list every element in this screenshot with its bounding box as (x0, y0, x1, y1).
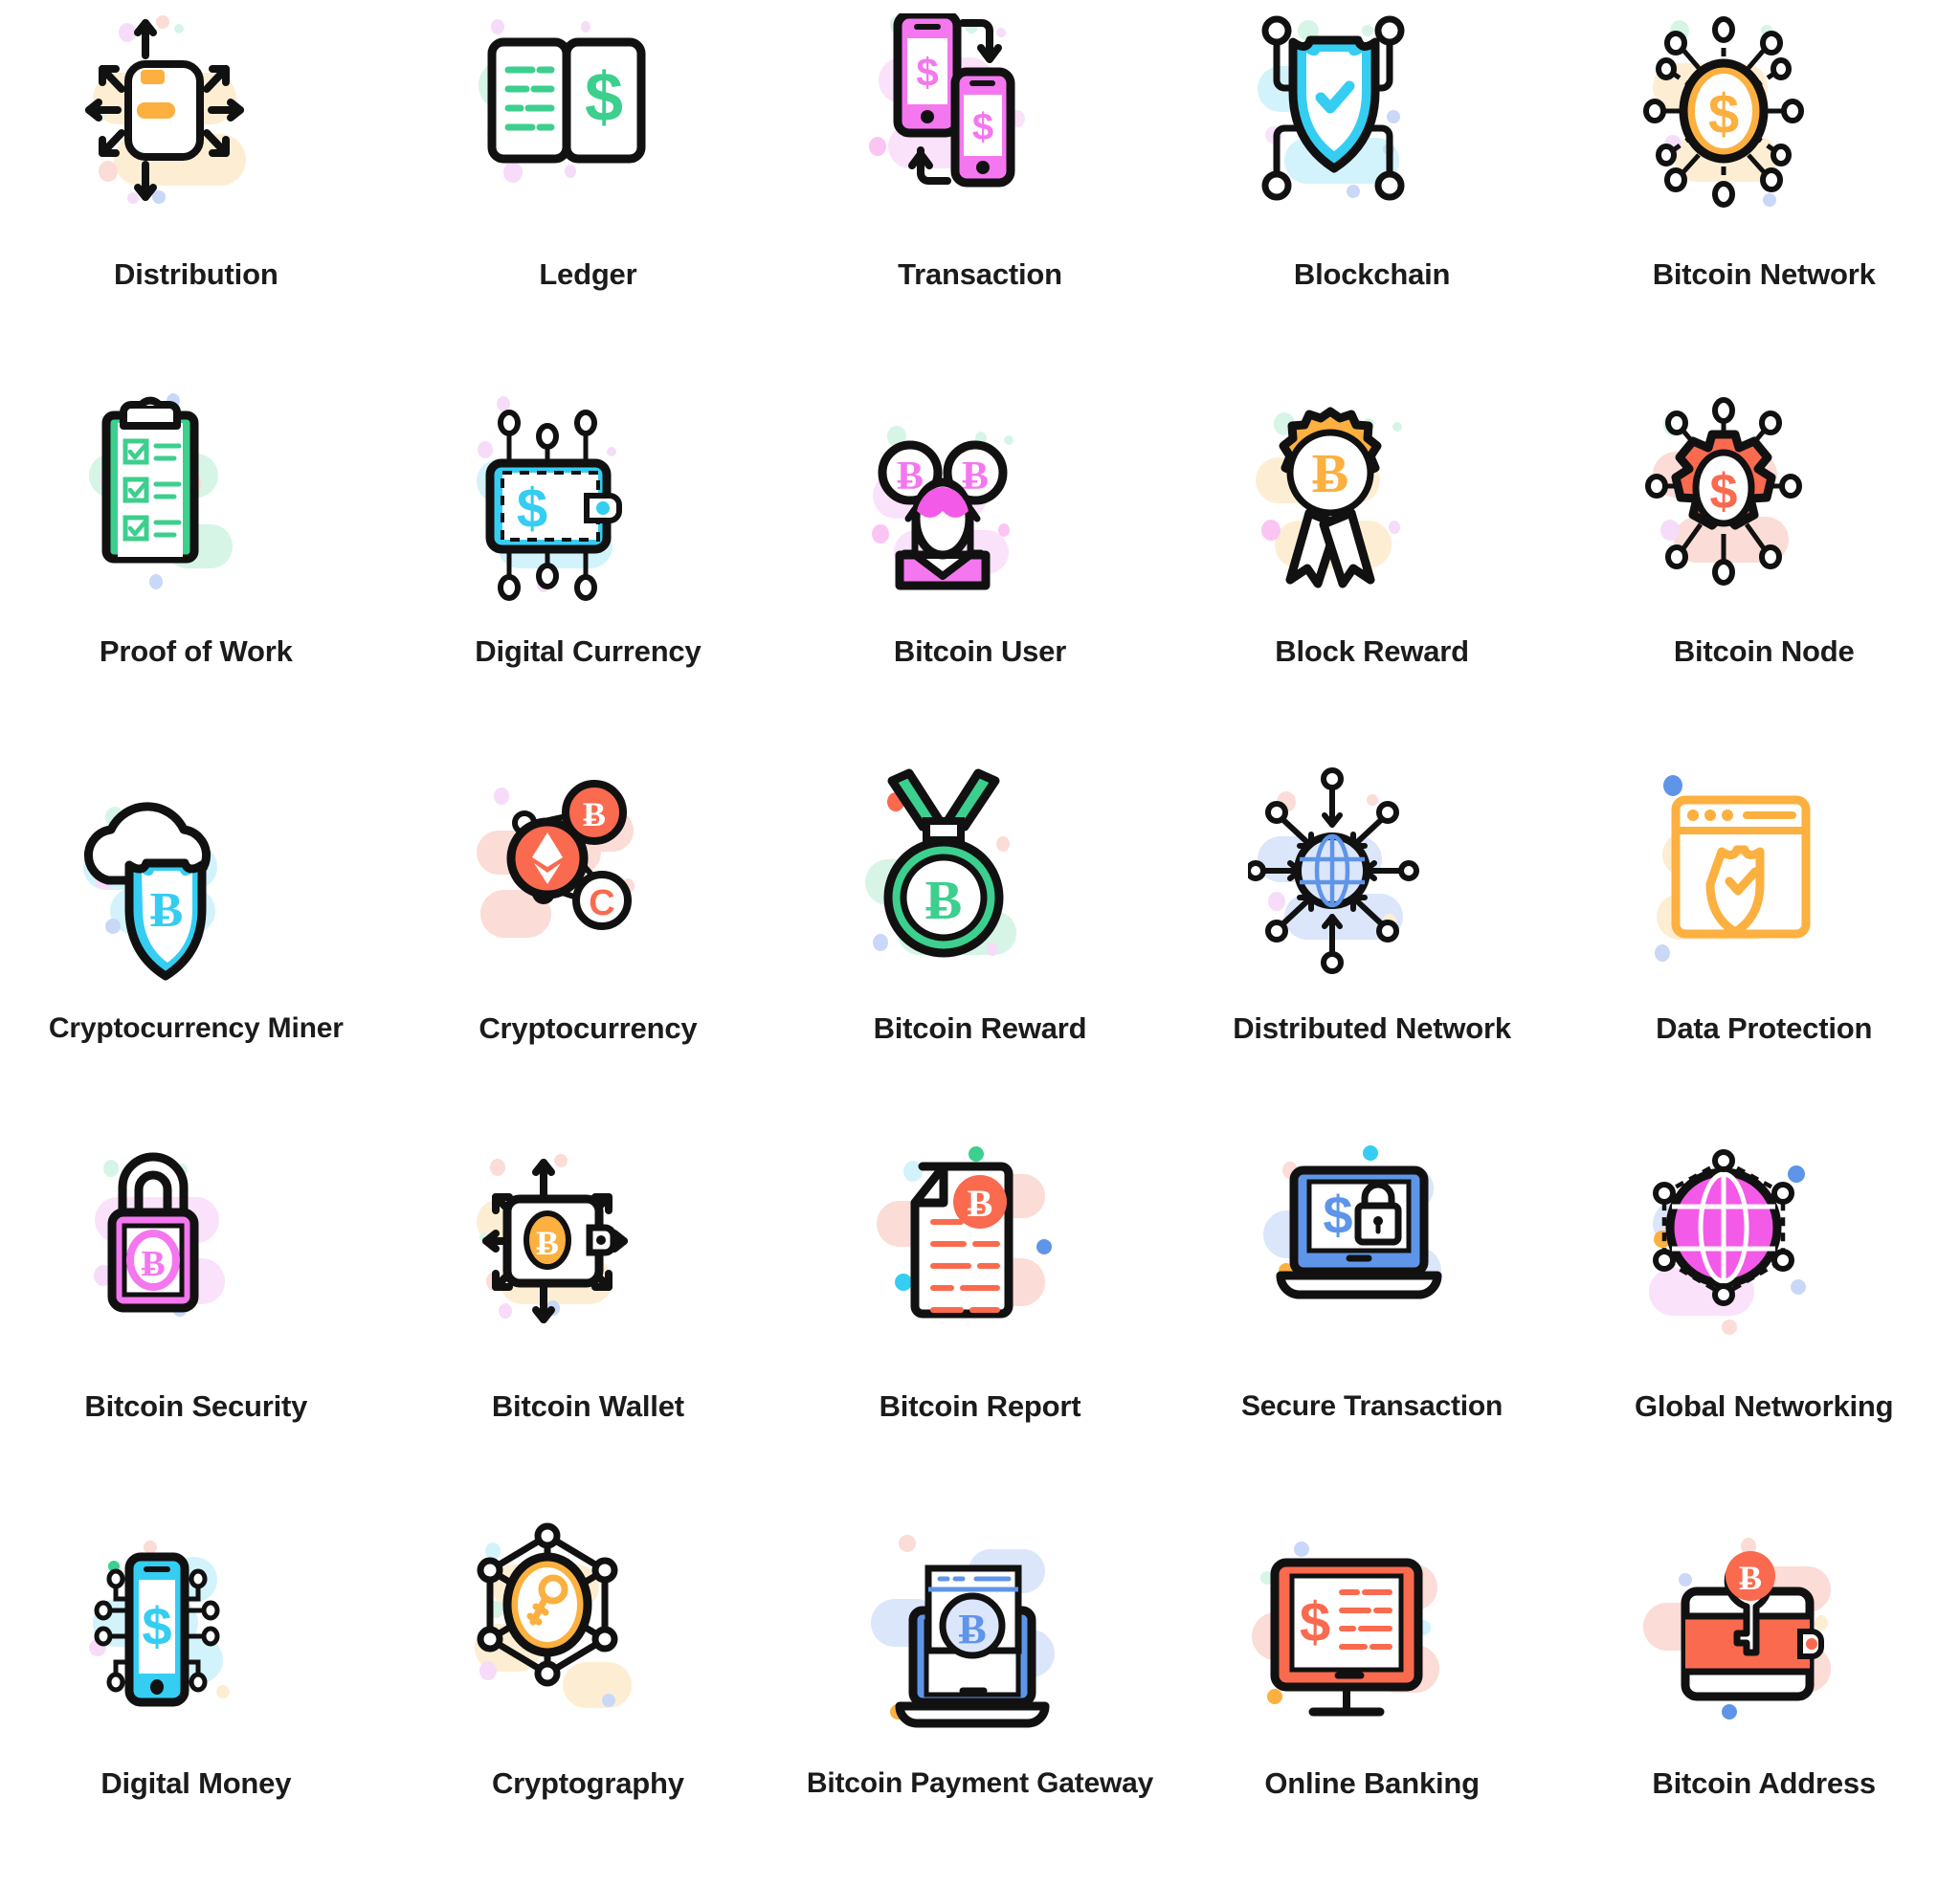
icon-cell-bitcoin-security[interactable]: Ƀ Bitcoin Security (0, 1132, 392, 1509)
svg-text:Ƀ: Ƀ (958, 1606, 986, 1653)
global-networking-icon (1639, 1145, 1888, 1385)
icon-cell-transaction[interactable]: $ $ Transaction (784, 0, 1176, 377)
icon-label: Distribution (114, 257, 278, 291)
icon-sheet-grid: Distribution $ Ledger $ $ Transaction Bl… (0, 0, 1960, 1886)
icon-cell-bitcoin-reward[interactable]: Ƀ Bitcoin Reward (784, 754, 1176, 1131)
svg-text:$: $ (585, 59, 623, 136)
icon-label: Bitcoin Reward (873, 1011, 1087, 1046)
svg-text:$: $ (1299, 1591, 1329, 1653)
icon-label: Cryptocurrency (479, 1011, 698, 1046)
block-reward-icon: Ƀ (1248, 390, 1497, 630)
bitcoin-network-icon: $ (1639, 13, 1888, 253)
svg-text:Ƀ: Ƀ (968, 1182, 993, 1225)
icon-label: Digital Money (100, 1765, 292, 1800)
icon-label: Cryptography (491, 1765, 684, 1800)
icon-cell-cryptocurrency-miner[interactable]: Ƀ Cryptocurrency Miner (0, 754, 392, 1131)
bitcoin-payment-gateway-icon: Ƀ (856, 1522, 1104, 1762)
icon-cell-proof-of-work[interactable]: Proof of Work (0, 377, 392, 754)
bitcoin-reward-icon: Ƀ (856, 767, 1104, 1007)
icon-cell-cryptocurrency[interactable]: Ƀ C Cryptocurrency (392, 754, 785, 1131)
data-protection-icon (1639, 767, 1888, 1007)
icon-label: Bitcoin Security (84, 1388, 308, 1423)
icon-label: Secure Transaction (1241, 1389, 1503, 1422)
svg-text:C: C (590, 883, 615, 923)
icon-label: Block Reward (1275, 634, 1469, 669)
svg-text:Ƀ: Ƀ (141, 1244, 165, 1284)
icon-cell-bitcoin-network[interactable]: $ Bitcoin Network (1568, 0, 1960, 377)
ledger-icon: $ (463, 13, 712, 253)
icon-label: Bitcoin Address (1652, 1765, 1876, 1800)
blockchain-icon (1248, 13, 1497, 253)
svg-text:$: $ (1323, 1185, 1352, 1245)
bitcoin-report-icon: Ƀ (856, 1145, 1104, 1385)
icon-cell-bitcoin-address[interactable]: Ƀ Bitcoin Address (1568, 1509, 1960, 1886)
icon-label: Distributed Network (1233, 1011, 1511, 1046)
icon-cell-bitcoin-user[interactable]: Ƀ Ƀ Bitcoin User (784, 377, 1176, 754)
icon-cell-block-reward[interactable]: Ƀ Block Reward (1176, 377, 1569, 754)
icon-cell-bitcoin-payment-gateway[interactable]: Ƀ Bitcoin Payment Gateway (784, 1509, 1176, 1886)
cryptocurrency-icon: Ƀ C (463, 767, 712, 1007)
icon-cell-bitcoin-wallet[interactable]: Ƀ Bitcoin Wallet (392, 1132, 785, 1509)
icon-cell-data-protection[interactable]: Data Protection (1568, 754, 1960, 1131)
svg-text:$: $ (142, 1596, 171, 1656)
icon-label: Global Networking (1634, 1388, 1894, 1423)
svg-text:Ƀ: Ƀ (1739, 1559, 1762, 1597)
icon-cell-global-networking[interactable]: Global Networking (1568, 1132, 1960, 1509)
distributed-network-icon (1247, 767, 1497, 1007)
bitcoin-address-icon: Ƀ (1639, 1522, 1888, 1762)
proof-of-work-icon (72, 390, 321, 630)
icon-cell-distribution[interactable]: Distribution (0, 0, 392, 377)
bitcoin-user-icon: Ƀ Ƀ (856, 390, 1104, 630)
icon-cell-distributed-network[interactable]: Distributed Network (1176, 754, 1569, 1131)
icon-label: Bitcoin Payment Gateway (806, 1766, 1154, 1799)
online-banking-icon: $ (1248, 1522, 1497, 1762)
icon-label: Digital Currency (475, 634, 702, 669)
bitcoin-wallet-icon: Ƀ (463, 1145, 712, 1385)
svg-text:$: $ (1708, 83, 1739, 145)
svg-text:Ƀ: Ƀ (1311, 442, 1348, 504)
svg-text:Ƀ: Ƀ (583, 795, 606, 833)
svg-text:Ƀ: Ƀ (925, 869, 963, 931)
icon-label: Online Banking (1264, 1765, 1480, 1800)
svg-text:Ƀ: Ƀ (536, 1224, 559, 1262)
bitcoin-node-icon: $ (1639, 390, 1888, 630)
transaction-icon: $ $ (856, 13, 1104, 253)
icon-label: Bitcoin Report (879, 1388, 1081, 1423)
cryptography-icon (463, 1522, 712, 1762)
icon-cell-bitcoin-report[interactable]: Ƀ Bitcoin Report (784, 1132, 1176, 1509)
icon-label: Transaction (898, 257, 1062, 291)
bitcoin-security-icon: Ƀ (72, 1145, 321, 1385)
secure-transaction-icon: $ (1248, 1144, 1497, 1385)
icon-label: Bitcoin Node (1673, 634, 1855, 669)
icon-cell-online-banking[interactable]: $ Online Banking (1176, 1509, 1569, 1886)
icon-cell-ledger[interactable]: $ Ledger (392, 0, 785, 377)
digital-currency-icon: $ (463, 390, 712, 630)
icon-label: Bitcoin Wallet (491, 1388, 684, 1423)
icon-cell-digital-currency[interactable]: $ Digital Currency (392, 377, 785, 754)
cryptocurrency-miner-icon: Ƀ (72, 767, 321, 1007)
icon-label: Bitcoin User (893, 634, 1067, 669)
icon-label: Proof of Work (99, 634, 293, 669)
icon-cell-blockchain[interactable]: Blockchain (1176, 0, 1569, 377)
digital-money-icon: $ (72, 1522, 321, 1762)
icon-label: Blockchain (1293, 257, 1451, 291)
icon-label: Cryptocurrency Miner (48, 1012, 344, 1045)
icon-label: Ledger (539, 257, 637, 291)
icon-cell-digital-money[interactable]: $ Digital Money (0, 1509, 392, 1886)
icon-cell-bitcoin-node[interactable]: $ Bitcoin Node (1568, 377, 1960, 754)
svg-text:$: $ (517, 477, 547, 540)
icon-cell-secure-transaction[interactable]: $ Secure Transaction (1176, 1132, 1569, 1509)
icon-label: Data Protection (1656, 1011, 1873, 1046)
icon-cell-cryptography[interactable]: Cryptography (392, 1509, 785, 1886)
svg-text:$: $ (1710, 464, 1738, 520)
svg-text:Ƀ: Ƀ (149, 883, 183, 938)
svg-text:$: $ (972, 106, 993, 148)
svg-text:$: $ (916, 50, 938, 95)
icon-label: Bitcoin Network (1652, 257, 1876, 291)
distribution-icon (72, 13, 321, 253)
